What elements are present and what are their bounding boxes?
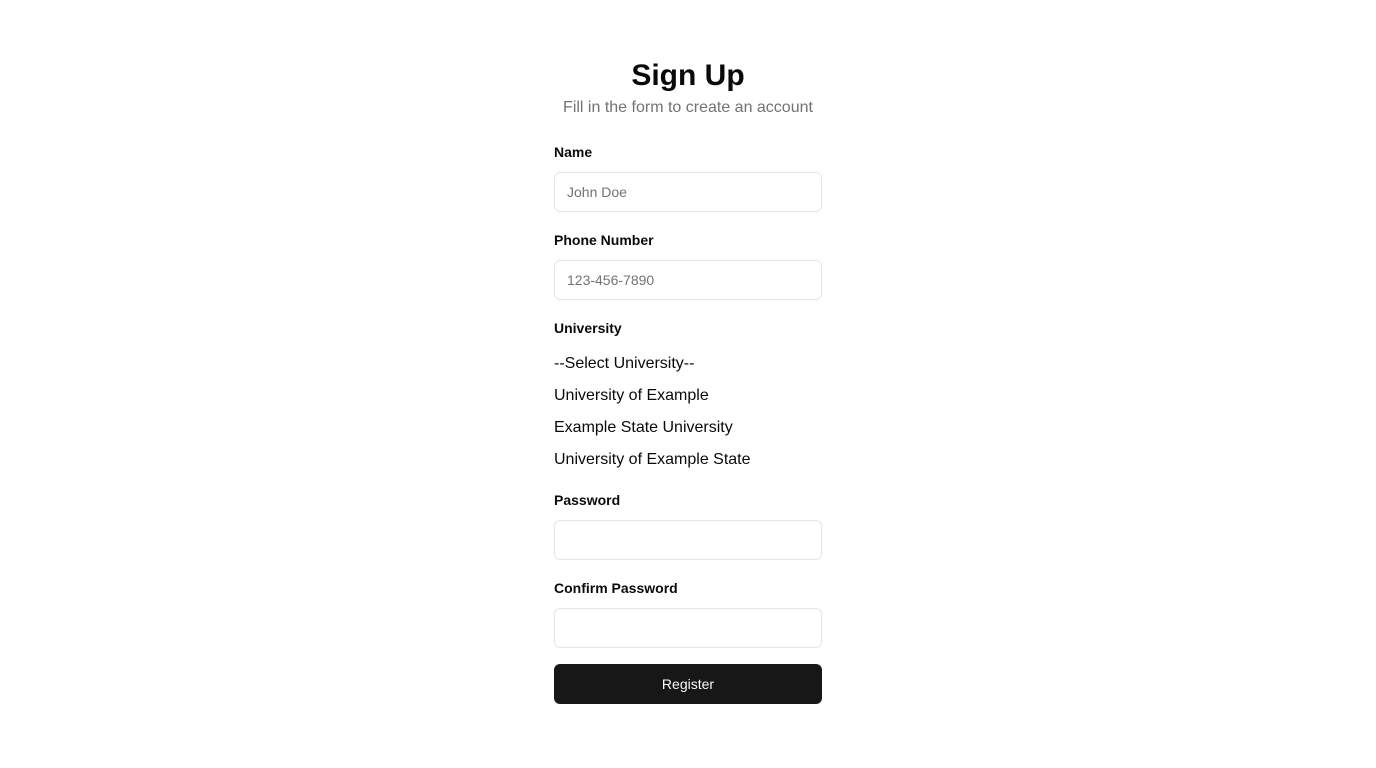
- password-label: Password: [554, 492, 621, 508]
- name-field-group: Name: [554, 142, 822, 212]
- phone-label: Phone Number: [554, 232, 654, 248]
- university-label: University: [554, 320, 622, 336]
- name-label: Name: [554, 144, 593, 160]
- page-title: Sign Up: [631, 59, 745, 92]
- university-option[interactable]: University of Example State: [554, 444, 822, 476]
- university-select[interactable]: --Select University-- University of Exam…: [554, 348, 822, 476]
- name-input[interactable]: [554, 172, 822, 212]
- signup-page: Sign Up Fill in the form to create an ac…: [0, 0, 1376, 768]
- register-button[interactable]: Register: [554, 664, 822, 704]
- university-option[interactable]: Example State University: [554, 412, 822, 444]
- password-input[interactable]: [554, 520, 822, 560]
- university-field-group: University --Select University-- Univers…: [554, 318, 822, 476]
- confirm-password-label: Confirm Password: [554, 580, 678, 596]
- signup-form: Sign Up Fill in the form to create an ac…: [554, 58, 822, 704]
- confirm-password-field-group: Confirm Password: [554, 578, 822, 648]
- phone-input[interactable]: [554, 260, 822, 300]
- password-field-group: Password: [554, 490, 822, 560]
- university-option[interactable]: University of Example: [554, 380, 822, 412]
- page-subtitle: Fill in the form to create an account: [563, 99, 813, 116]
- confirm-password-input[interactable]: [554, 608, 822, 648]
- university-option[interactable]: --Select University--: [554, 348, 822, 380]
- phone-field-group: Phone Number: [554, 230, 822, 300]
